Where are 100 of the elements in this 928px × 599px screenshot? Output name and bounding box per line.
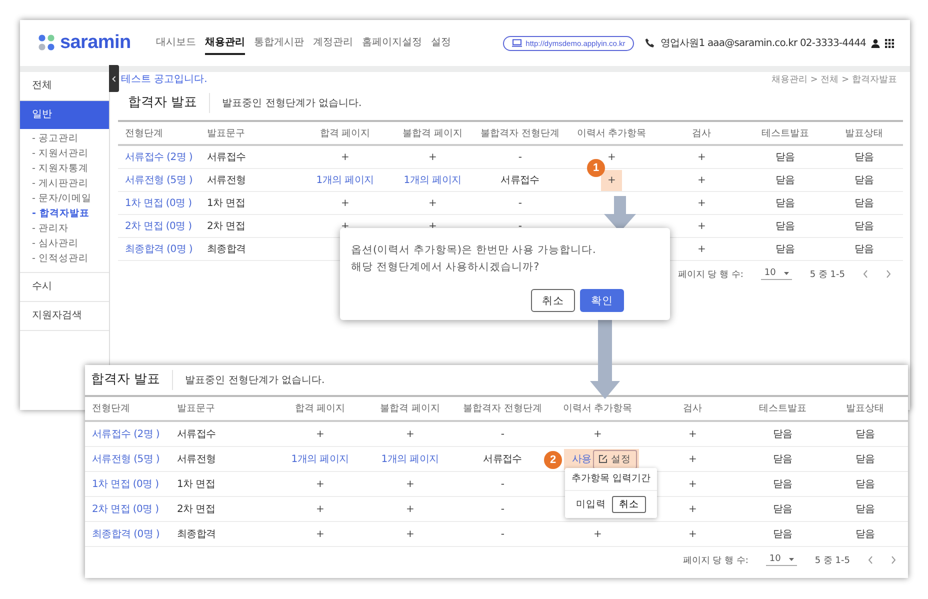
table-cell-text: 닫음 bbox=[775, 220, 795, 233]
menu-item[interactable]: 추가항목 입력기간 bbox=[565, 468, 657, 491]
rows-per-page-select[interactable]: 10 bbox=[766, 554, 797, 566]
stage-link[interactable]: 최종합격 (0명 ) bbox=[92, 527, 160, 541]
sidebar-subitem[interactable]: - 공고관리 bbox=[20, 131, 109, 146]
sidebar-subitem[interactable]: - 관리자 bbox=[20, 221, 109, 236]
confirm-button[interactable]: 확인 bbox=[580, 289, 624, 312]
rows-per-page-label: 페이지 당 행 수: bbox=[682, 554, 748, 566]
table-cell-text: 닫음 bbox=[855, 453, 875, 466]
nav-tab[interactable]: 채용관리 bbox=[205, 31, 245, 55]
table-cell-text: 닫음 bbox=[775, 174, 795, 187]
collapse-button[interactable] bbox=[109, 65, 119, 92]
chevron-right-icon[interactable] bbox=[886, 270, 891, 278]
add-button[interactable]: + bbox=[400, 528, 420, 540]
sidebar-item[interactable]: 일반 bbox=[20, 101, 109, 129]
grid-menu-icon[interactable] bbox=[885, 38, 894, 48]
settings-button[interactable]: 설정 bbox=[593, 450, 638, 468]
job-posting-title[interactable]: 테스트 공고입니다. bbox=[121, 72, 208, 86]
nav-tab[interactable]: 계정관리 bbox=[313, 31, 353, 55]
table-cell-text: 최종합격 bbox=[177, 528, 216, 541]
logo-text[interactable]: saramin bbox=[60, 32, 131, 54]
table-cell: - bbox=[500, 528, 504, 540]
sidebar-item[interactable]: 지원자검색 bbox=[20, 302, 109, 331]
add-button[interactable]: + bbox=[588, 528, 607, 540]
add-button[interactable]: + bbox=[310, 504, 330, 514]
column-header: 불합격 페이지 bbox=[402, 126, 464, 140]
page-range: 5 중 1-5 bbox=[814, 554, 850, 566]
column-header: 이력서 추가항목 bbox=[576, 126, 648, 140]
add-button[interactable]: + bbox=[692, 198, 711, 208]
rows-per-page-select[interactable]: 10 bbox=[761, 268, 792, 280]
cancel-button[interactable]: 취소 bbox=[531, 289, 575, 312]
chevron-left-icon bbox=[112, 76, 116, 82]
add-button[interactable]: + bbox=[310, 428, 330, 440]
user-icon[interactable] bbox=[871, 38, 880, 48]
chevron-right-icon[interactable] bbox=[891, 556, 896, 564]
add-button[interactable]: + bbox=[683, 504, 702, 514]
sidebar-subitem[interactable]: - 게시판관리 bbox=[20, 176, 109, 191]
add-button[interactable]: + bbox=[336, 198, 354, 208]
sidebar-subitem[interactable]: - 지원서관리 bbox=[20, 146, 109, 161]
add-button[interactable]: + bbox=[683, 454, 702, 464]
stage-link[interactable]: 2차 면접 (0명 ) bbox=[125, 219, 192, 233]
page-link[interactable]: 1개의 페이지 bbox=[404, 173, 462, 187]
add-button[interactable]: + bbox=[692, 152, 711, 162]
sidebar-item[interactable]: 수시 bbox=[20, 273, 109, 302]
add-button[interactable]: + bbox=[683, 428, 702, 440]
status-text: 미입력 bbox=[576, 498, 606, 511]
nav-tab[interactable]: 대시보드 bbox=[156, 31, 196, 55]
page-subtitle: 발표중인 전형단계가 없습니다. bbox=[222, 97, 362, 110]
caret-down-icon bbox=[784, 272, 789, 274]
stage-link[interactable]: 1차 면접 (0명 ) bbox=[92, 477, 159, 491]
add-button[interactable]: + bbox=[588, 428, 607, 440]
page-link[interactable]: 1개의 페이지 bbox=[291, 452, 349, 466]
chevron-left-icon[interactable] bbox=[868, 556, 873, 564]
add-button[interactable]: + bbox=[683, 478, 702, 490]
nav-tab[interactable]: 설정 bbox=[431, 31, 451, 55]
sidebar-subitem[interactable]: - 지원자통계 bbox=[20, 161, 109, 176]
table-cell-text: 닫음 bbox=[775, 197, 795, 210]
table-cell-text: 닫음 bbox=[775, 151, 795, 164]
table-cell-text: 닫음 bbox=[854, 197, 874, 210]
column-header: 합격 페이지 bbox=[294, 402, 346, 416]
page-link[interactable]: 1개의 페이지 bbox=[381, 452, 439, 466]
stage-link[interactable]: 서류전형 (5명 ) bbox=[92, 452, 160, 466]
sidebar-subitem[interactable]: - 심사관리 bbox=[20, 236, 109, 251]
add-button[interactable]: + bbox=[692, 220, 711, 232]
nav-tab[interactable]: 통합게시판 bbox=[254, 31, 304, 55]
table-cell-text: 2차 면접 bbox=[207, 220, 246, 233]
add-button[interactable]: + bbox=[336, 152, 354, 162]
add-button[interactable]: + bbox=[602, 152, 621, 162]
add-button[interactable]: + bbox=[310, 528, 330, 540]
edit-icon bbox=[599, 455, 608, 463]
table-cell-text: 닫음 bbox=[855, 528, 875, 541]
add-button[interactable]: + bbox=[400, 428, 420, 440]
column-header: 발표상태 bbox=[845, 402, 885, 416]
stage-link[interactable]: 2차 면접 (0명 ) bbox=[92, 502, 159, 516]
add-button[interactable]: + bbox=[423, 198, 442, 208]
add-button[interactable]: + bbox=[400, 478, 420, 490]
stage-link[interactable]: 서류접수 (2명 ) bbox=[92, 427, 160, 441]
cancel-button[interactable]: 취소 bbox=[612, 496, 646, 513]
sidebar-subitem[interactable]: - 합격자발표 bbox=[20, 206, 109, 221]
page-link[interactable]: 1개의 페이지 bbox=[316, 173, 374, 187]
page-title: 합격자 발표 bbox=[91, 370, 174, 390]
add-button[interactable]: + bbox=[310, 478, 330, 490]
add-button[interactable]: + bbox=[423, 152, 442, 162]
contact-info: 영업사원1 aaa@saramin.co.kr 02-3333-4444 bbox=[660, 37, 866, 50]
add-button[interactable]: + bbox=[400, 504, 420, 514]
add-button[interactable]: + bbox=[601, 170, 622, 190]
stage-link[interactable]: 서류접수 (2명 ) bbox=[125, 150, 193, 164]
nav-tab[interactable]: 홈페이지설정 bbox=[362, 31, 422, 55]
sidebar-subitem[interactable]: - 인적성관리 bbox=[20, 251, 109, 266]
stage-link[interactable]: 최종합격 (0명 ) bbox=[125, 242, 193, 256]
add-button[interactable]: + bbox=[692, 174, 711, 186]
sidebar-subitem[interactable]: - 문자/이메일 bbox=[20, 191, 109, 206]
stage-link[interactable]: 1차 면접 (0명 ) bbox=[125, 196, 192, 210]
add-button[interactable]: + bbox=[683, 528, 702, 540]
stage-link[interactable]: 서류전형 (5명 ) bbox=[125, 173, 193, 187]
table-cell: - bbox=[500, 504, 504, 514]
add-button[interactable]: + bbox=[692, 244, 711, 254]
chevron-left-icon[interactable] bbox=[863, 270, 868, 278]
table-cell-text: 닫음 bbox=[775, 243, 795, 256]
breadcrumb: 채용관리 > 전체 > 합격자발표 bbox=[771, 74, 897, 86]
